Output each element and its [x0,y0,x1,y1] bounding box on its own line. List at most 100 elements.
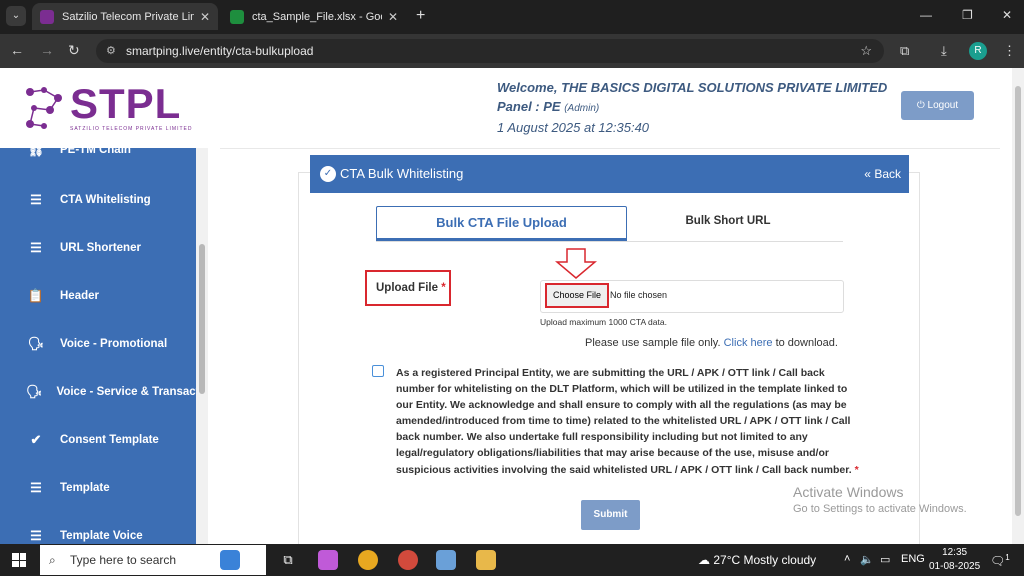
sidebar-item-label: Consent Template [60,434,159,446]
paint-icon[interactable] [436,550,456,570]
profile-avatar[interactable]: R [969,42,987,60]
logo-dots-icon [26,87,62,129]
upload-file-label: Upload File * [365,270,451,306]
copilot-app-icon[interactable] [318,550,338,570]
logout-label: Logout [927,100,959,111]
bookmark-star-icon[interactable]: ☆ [860,39,872,63]
logo-subtitle: SATZILIO TELECOM PRIVATE LIMITED [70,126,193,132]
speaker-icon[interactable]: 🔈 [860,553,874,566]
sidebar-item-label: CTA Whitelisting [60,194,151,206]
weather-widget[interactable]: ☁ 27°C Mostly cloudy [698,553,816,567]
tab-title: cta_Sample_File.xlsx - Google Sheets [252,10,382,23]
choose-file-button[interactable]: Choose File [545,283,609,308]
windows-taskbar: ⌕ Type here to search ⧉ ☁ 27°C Mostly cl… [0,544,1024,576]
sidebar-item-pe-tm-chain[interactable]: ⛓ PE-TM Chain [0,148,196,165]
upload-hint: Upload maximum 1000 CTA data. [540,317,667,327]
tab-title: Satzilio Telecom Private Limited [62,10,194,23]
sidebar-item-header[interactable]: 📋 Header [0,281,196,311]
sidebar-scrollbar[interactable] [196,148,208,544]
welcome-block: Welcome, THE BASICS DIGITAL SOLUTIONS PR… [497,78,887,137]
sidebar-item-label: Voice - Service & Transactional [56,386,196,398]
language-indicator[interactable]: ENG [901,553,925,565]
back-arrow-icon[interactable]: ← [10,42,24,58]
list-icon: ☰ [30,240,42,255]
file-explorer-icon[interactable] [476,550,496,570]
window-close-button[interactable]: ✕ [1002,8,1012,22]
card-header: ✓ CTA Bulk Whitelisting « Back [310,155,909,193]
panel-prefix: Panel : [497,99,540,114]
sidebar-item-label: Voice - Promotional [60,338,168,350]
network-icon[interactable]: ▭ [880,553,890,566]
login-datetime: 1 August 2025 at 12:35:40 [497,120,650,135]
sidebar-item-label: Template Voice [60,530,143,542]
tab-search-button[interactable]: ⌄ [6,6,26,26]
sidebar-item-label: Template [60,482,110,494]
list-icon: ☰ [30,528,42,543]
list-icon: ☰ [30,480,42,495]
close-tab-icon[interactable]: ✕ [388,10,398,24]
panel-role: (Admin) [564,103,600,114]
list-icon: ☰ [30,192,42,207]
restore-button[interactable]: ❐ [962,8,973,22]
no-file-text: No file chosen [610,290,668,300]
sidebar-item-label: Header [60,290,99,302]
sidebar-item-template[interactable]: ☰ Template [0,473,196,503]
sheets-favicon [230,9,244,24]
down-arrow-icon [555,248,597,279]
panel-name: PE [543,99,561,114]
sidebar-item-label: URL Shortener [60,242,141,254]
sample-file-note: Please use sample file only. Click here … [585,337,838,349]
tab-bulk-short-url[interactable]: Bulk Short URL [638,206,818,241]
logout-button[interactable]: ⏻ Logout [901,91,974,120]
site-favicon [40,9,54,24]
upload-tabs: Bulk CTA File Upload Bulk Short URL [376,206,843,242]
minimize-button[interactable]: — [920,8,932,22]
consent-checkbox[interactable] [372,365,384,377]
check-circle-icon: ✔ [30,432,42,447]
menu-kebab-icon[interactable]: ⋮ [1003,43,1016,59]
check-circle-icon: ✓ [320,166,336,182]
welcome-prefix: Welcome, [497,80,558,95]
page-content: STPL SATZILIO TELECOM PRIVATE LIMITED ⛓ … [0,68,1012,544]
forward-arrow-icon[interactable]: → [40,42,54,58]
sidebar: ⛓ PE-TM Chain ☰ CTA Whitelisting ☰ URL S… [0,148,196,544]
browser-tab-active[interactable]: Satzilio Telecom Private Limited ✕ [32,3,218,30]
sidebar-item-cta-whitelisting[interactable]: ☰ CTA Whitelisting [0,185,196,215]
new-tab-button[interactable]: + [416,7,425,25]
task-view-icon[interactable]: ⧉ [278,550,298,570]
copilot-icon[interactable] [220,550,240,570]
power-icon: ⏻ [916,100,925,111]
notification-icon[interactable]: 🗨1 [990,553,1010,568]
browser-toolbar: ← → ↻ ⚙ smartping.live/entity/cta-bulkup… [0,34,1024,68]
clipboard-icon: 📋 [27,288,45,303]
windows-start-icon[interactable] [12,553,26,567]
extensions-icon[interactable]: ⧉ [900,43,909,59]
page-scrollbar[interactable] [1012,68,1024,544]
sidebar-item-url-shortener[interactable]: ☰ URL Shortener [0,233,196,263]
taskbar-clock[interactable]: 12:35 01-08-2025 [929,546,980,574]
chrome-profile-icon[interactable] [398,550,418,570]
submit-button[interactable]: Submit [581,500,640,530]
back-link[interactable]: « Back [864,155,901,193]
browser-tab-bar: ⌄ Satzilio Telecom Private Limited ✕ cta… [0,0,1024,34]
tab-bulk-cta-upload[interactable]: Bulk CTA File Upload [376,206,627,241]
browser-tab-sheets[interactable]: cta_Sample_File.xlsx - Google Sheets ✕ [222,3,406,30]
close-tab-icon[interactable]: ✕ [200,10,210,24]
voice-icon: 🗣 [26,384,43,399]
sidebar-item-voice-service[interactable]: 🗣 Voice - Service & Transactional [0,377,196,407]
address-bar[interactable]: ⚙ smartping.live/entity/cta-bulkupload ☆ [96,39,884,63]
logo-text: STPL [70,80,182,127]
brand-logo: STPL SATZILIO TELECOM PRIVATE LIMITED [0,68,208,148]
chrome-icon[interactable] [358,550,378,570]
sidebar-item-voice-promotional[interactable]: 🗣 Voice - Promotional [0,329,196,359]
sidebar-item-label: PE-TM Chain [60,148,131,156]
sidebar-item-template-voice[interactable]: ☰ Template Voice [0,521,196,544]
site-info-icon[interactable]: ⚙ [106,39,116,63]
reload-icon[interactable]: ↻ [68,42,80,59]
search-icon: ⌕ [49,553,56,567]
sample-download-link[interactable]: Click here [724,337,773,349]
download-icon[interactable]: ⤓ [941,43,947,59]
company-name: THE BASICS DIGITAL SOLUTIONS PRIVATE LIM… [561,80,888,95]
sidebar-item-consent-template[interactable]: ✔ Consent Template [0,425,196,455]
show-hidden-icons[interactable]: ˄ [844,553,850,565]
